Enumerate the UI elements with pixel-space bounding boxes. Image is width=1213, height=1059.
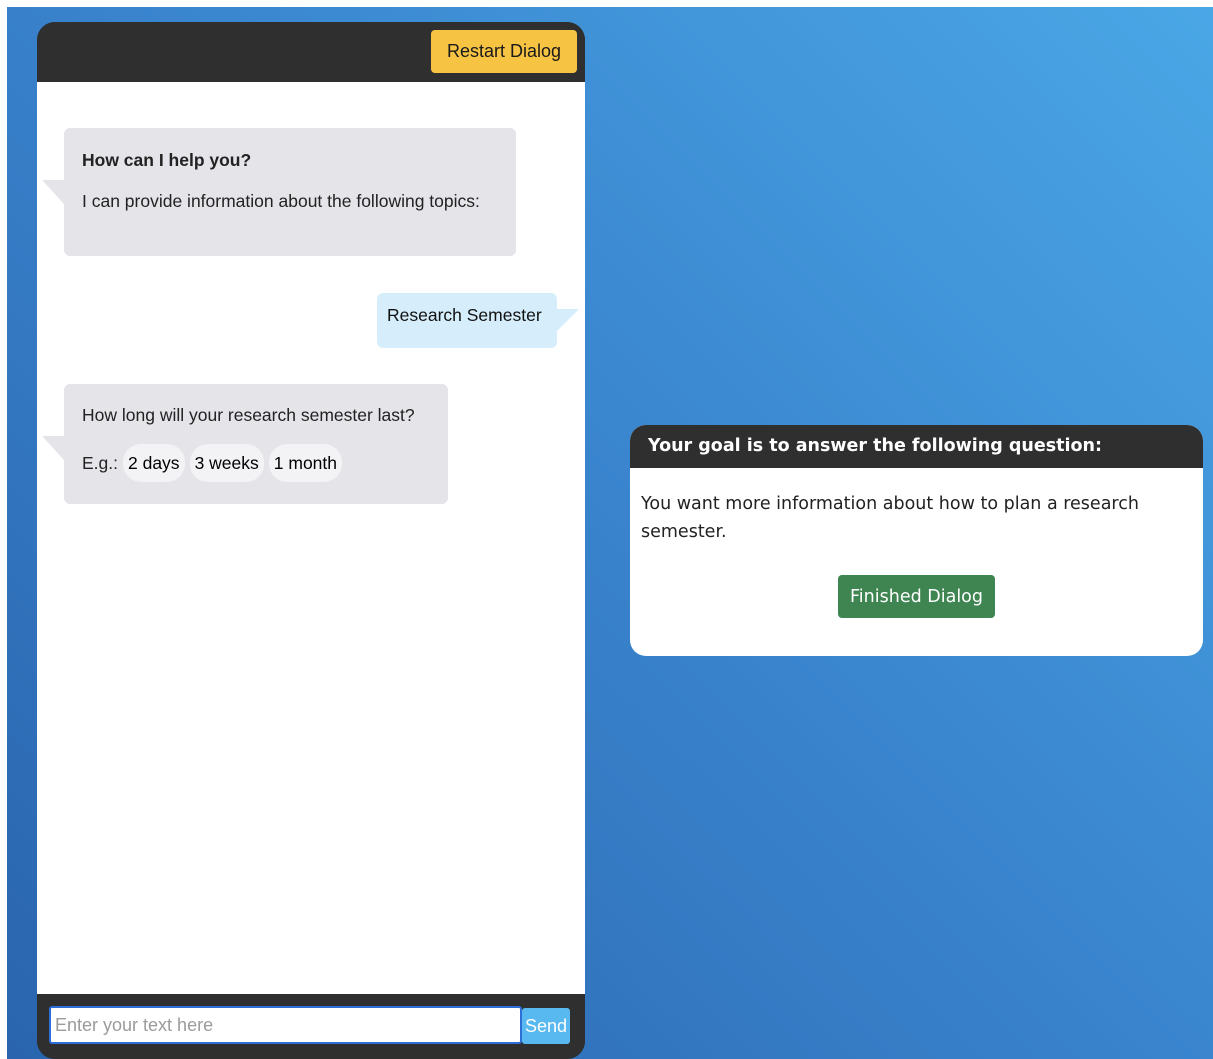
- example-chips: E.g.: 2 days 3 weeks 1 month: [82, 444, 430, 482]
- bubble-tail: [557, 309, 579, 331]
- example-chip-2-days[interactable]: 2 days: [123, 444, 185, 482]
- chat-window: Restart Dialog How can I help you? I can…: [37, 22, 585, 1059]
- bubble-tail: [42, 436, 64, 460]
- chat-messages: How can I help you? I can provide inform…: [37, 82, 585, 994]
- background: Restart Dialog How can I help you? I can…: [7, 7, 1213, 1059]
- chat-header: Restart Dialog: [37, 22, 585, 82]
- finished-dialog-button[interactable]: Finished Dialog: [838, 575, 995, 618]
- bot-message: How long will your research semester las…: [42, 384, 448, 504]
- send-button[interactable]: Send: [522, 1008, 570, 1044]
- bot-message: How can I help you? I can provide inform…: [42, 128, 516, 256]
- goal-panel: Your goal is to answer the following que…: [630, 425, 1203, 656]
- message-text: Research Semester: [387, 305, 542, 325]
- restart-dialog-button[interactable]: Restart Dialog: [431, 30, 577, 73]
- message-input[interactable]: [49, 1006, 522, 1044]
- bubble-tail: [42, 180, 64, 204]
- example-chip-1-month[interactable]: 1 month: [268, 444, 342, 482]
- message-text: How long will your research semester las…: [82, 405, 415, 425]
- goal-text: You want more information about how to p…: [641, 494, 1139, 542]
- message-text: I can provide information about the foll…: [82, 191, 480, 211]
- examples-label: E.g.:: [82, 452, 118, 473]
- example-chip-3-weeks[interactable]: 3 weeks: [189, 444, 264, 482]
- goal-header: Your goal is to answer the following que…: [630, 425, 1203, 468]
- user-message: Research Semester: [377, 293, 579, 348]
- message-title: How can I help you?: [82, 150, 252, 170]
- chat-input-bar: Send: [37, 994, 585, 1059]
